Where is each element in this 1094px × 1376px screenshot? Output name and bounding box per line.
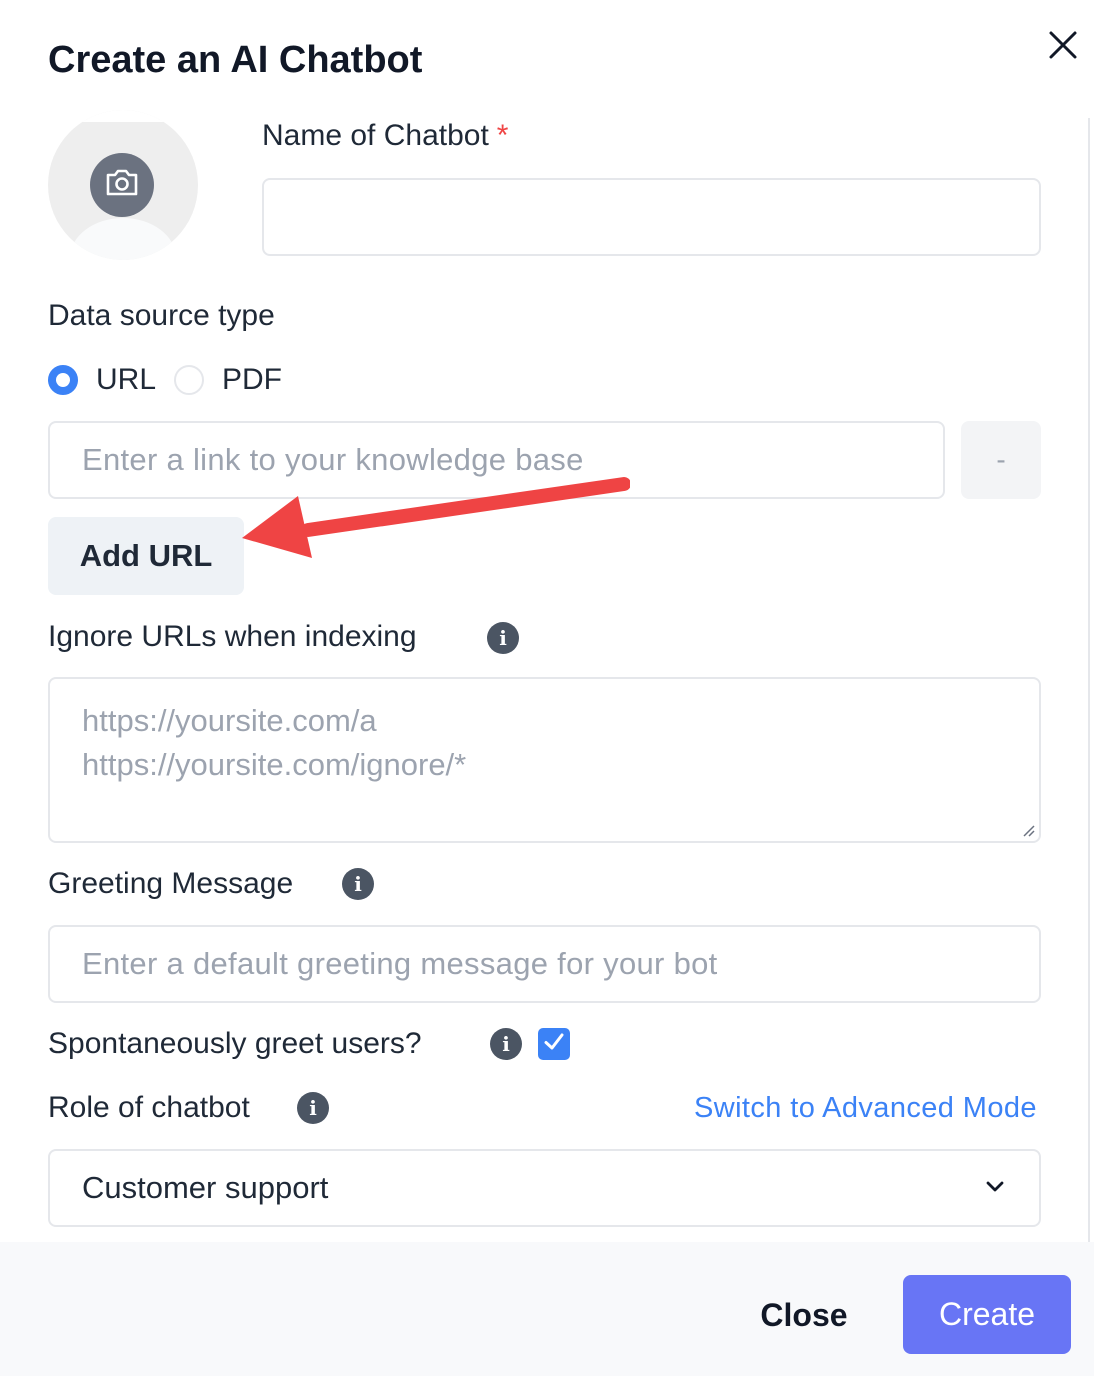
dialog-title: Create an AI Chatbot bbox=[48, 39, 423, 81]
scrollbar[interactable] bbox=[1088, 118, 1090, 1242]
knowledge-base-url-input[interactable]: Enter a link to your knowledge base bbox=[48, 421, 945, 499]
camera-icon bbox=[104, 168, 140, 203]
data-source-label: Data source type bbox=[48, 299, 275, 332]
add-url-button[interactable]: Add URL bbox=[48, 517, 244, 595]
role-select-value: Customer support bbox=[82, 1170, 329, 1205]
spontaneous-greet-checkbox[interactable] bbox=[538, 1028, 570, 1060]
avatar-silhouette bbox=[70, 218, 176, 260]
greeting-message-input[interactable]: Enter a default greeting message for you… bbox=[48, 925, 1041, 1003]
radio-pdf-label[interactable]: PDF bbox=[222, 360, 282, 400]
info-icon[interactable]: i bbox=[342, 868, 374, 900]
name-label-text: Name of Chatbot bbox=[262, 119, 489, 152]
name-label: Name of Chatbot * bbox=[262, 116, 508, 156]
chevron-down-icon bbox=[983, 1170, 1007, 1206]
role-select[interactable]: Customer support bbox=[48, 1149, 1041, 1227]
ignore-urls-textarea[interactable]: https://yoursite.com/a https://yoursite.… bbox=[48, 677, 1041, 843]
spontaneous-greet-label: Spontaneously greet users? bbox=[48, 1027, 422, 1060]
resize-handle-icon[interactable] bbox=[1021, 823, 1035, 837]
check-icon bbox=[542, 1030, 566, 1059]
ignore-placeholder-line: https://yoursite.com/ignore/* bbox=[82, 747, 467, 782]
radio-url-label[interactable]: URL bbox=[96, 360, 156, 400]
radio-pdf[interactable] bbox=[174, 365, 204, 395]
info-icon[interactable]: i bbox=[490, 1028, 522, 1060]
info-icon[interactable]: i bbox=[297, 1092, 329, 1124]
info-icon[interactable]: i bbox=[487, 622, 519, 654]
upload-avatar-button[interactable] bbox=[90, 153, 154, 217]
required-asterisk: * bbox=[496, 119, 509, 152]
radio-url[interactable] bbox=[48, 365, 78, 395]
role-label: Role of chatbot bbox=[48, 1091, 250, 1124]
create-button[interactable]: Create bbox=[903, 1275, 1071, 1354]
ignore-urls-label: Ignore URLs when indexing bbox=[48, 620, 417, 653]
advanced-mode-link[interactable]: Switch to Advanced Mode bbox=[694, 1092, 1037, 1125]
ignore-placeholder-line: https://yoursite.com/a bbox=[82, 703, 377, 738]
close-button[interactable]: Close bbox=[742, 1276, 866, 1354]
chatbot-name-input[interactable] bbox=[262, 178, 1041, 256]
greeting-label: Greeting Message bbox=[48, 867, 294, 900]
remove-url-button[interactable]: - bbox=[961, 421, 1041, 499]
close-icon[interactable] bbox=[1044, 26, 1082, 64]
